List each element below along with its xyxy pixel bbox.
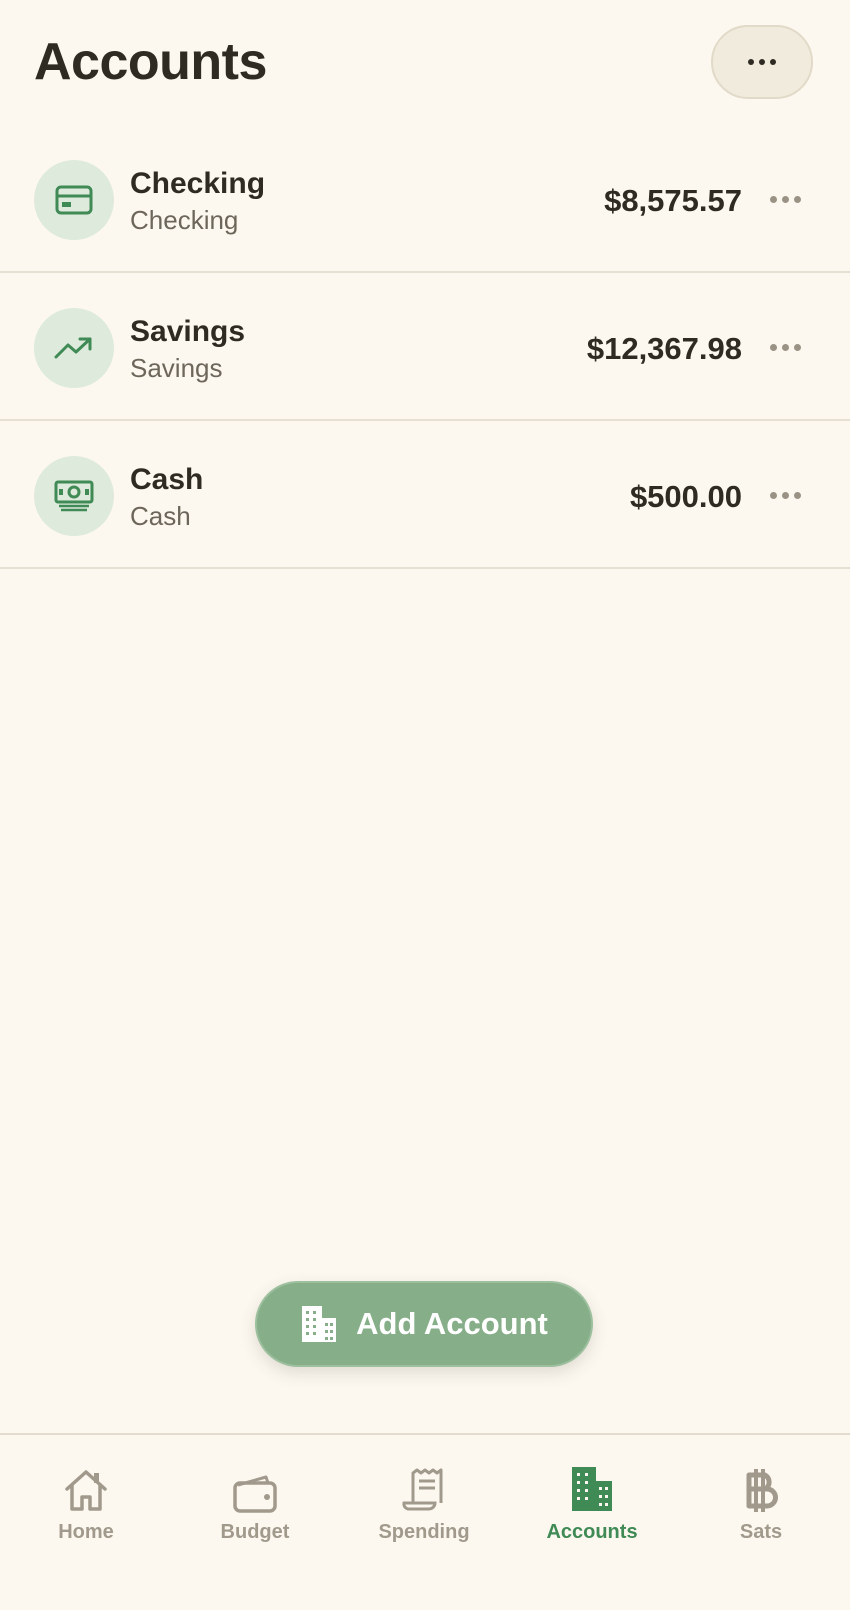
building-icon xyxy=(302,1306,337,1342)
tab-budget[interactable]: Budget xyxy=(180,1463,330,1553)
account-name: Checking xyxy=(130,167,266,200)
account-list: Checking Checking $8,575.57 Savings Savi… xyxy=(0,125,850,569)
tab-label: Budget xyxy=(220,1521,290,1543)
account-menu-button[interactable] xyxy=(760,183,810,215)
account-name: Savings xyxy=(130,315,246,348)
account-menu-button[interactable] xyxy=(760,479,810,511)
trending-up-icon xyxy=(54,337,92,359)
tab-spending[interactable]: Spending xyxy=(349,1463,499,1553)
credit-card-icon xyxy=(55,185,93,215)
tab-label: Sats xyxy=(739,1521,783,1543)
account-avatar xyxy=(34,456,114,536)
wallet-icon xyxy=(233,1475,277,1513)
add-account-label: Add Account xyxy=(356,1306,548,1341)
tab-home[interactable]: Home xyxy=(11,1463,161,1553)
tab-label: Accounts xyxy=(546,1521,638,1543)
account-type: Checking xyxy=(130,205,239,235)
account-type: Cash xyxy=(130,501,191,531)
account-row-savings[interactable]: Savings Savings $12,367.98 xyxy=(0,273,850,421)
more-horizontal-icon xyxy=(769,195,801,203)
tab-accounts[interactable]: Accounts xyxy=(517,1463,667,1553)
account-avatar xyxy=(34,308,114,388)
bitcoin-icon xyxy=(746,1469,778,1512)
account-balance: $500.00 xyxy=(629,479,742,514)
add-account-button[interactable]: Add Account xyxy=(255,1281,593,1367)
more-horizontal-icon xyxy=(769,491,801,499)
tab-bar: Home Budget Spending Accounts Sats xyxy=(0,1433,850,1610)
more-horizontal-icon xyxy=(769,343,801,351)
header: Accounts xyxy=(0,0,850,128)
account-menu-button[interactable] xyxy=(760,331,810,363)
home-icon xyxy=(65,1470,107,1511)
page-title: Accounts xyxy=(34,33,267,91)
tab-label: Spending xyxy=(378,1521,470,1543)
tab-sats[interactable]: Sats xyxy=(686,1463,836,1553)
receipt-icon xyxy=(402,1468,443,1511)
account-name: Cash xyxy=(130,463,204,496)
header-menu-button[interactable] xyxy=(711,25,813,99)
building-icon xyxy=(572,1467,612,1511)
cash-icon xyxy=(54,480,94,512)
account-balance: $8,575.57 xyxy=(604,183,742,218)
account-row-checking[interactable]: Checking Checking $8,575.57 xyxy=(0,125,850,273)
account-balance: $12,367.98 xyxy=(586,331,742,366)
account-avatar xyxy=(34,160,114,240)
tab-label: Home xyxy=(58,1521,114,1543)
more-horizontal-icon xyxy=(748,59,776,65)
account-type: Savings xyxy=(130,353,223,383)
account-row-cash[interactable]: Cash Cash $500.00 xyxy=(0,421,850,569)
